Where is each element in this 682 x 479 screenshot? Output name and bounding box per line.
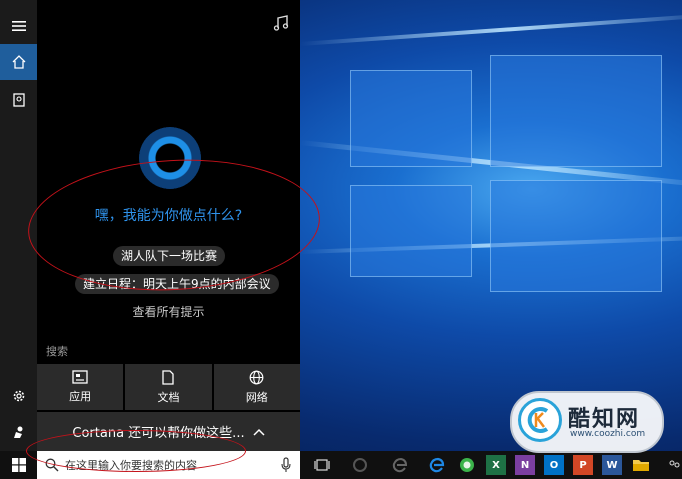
outlook-icon[interactable]: O [544, 455, 564, 475]
search-section-label: 搜索 [46, 345, 68, 358]
suggestion-chip[interactable]: 湖人队下一场比赛 [113, 246, 226, 266]
pinwheel-app-icon[interactable] [350, 455, 370, 475]
more-bar-label: Cortana 还可以帮你做这些... [72, 426, 245, 441]
watermark: 酷知网 www.coozhi.com [510, 391, 664, 453]
excel-icon[interactable]: X [486, 455, 506, 475]
search-icon [45, 458, 59, 472]
documents-tile-label: 文档 [157, 390, 180, 404]
settings-icon[interactable] [0, 378, 37, 414]
document-icon [162, 369, 175, 385]
globe-icon [249, 370, 264, 384]
search-filter-tiles: 应用 文档 网络 [37, 364, 300, 410]
cortana-more-bar[interactable]: Cortana 还可以帮你做这些... [37, 412, 300, 451]
cortana-ring-icon [139, 127, 201, 189]
windows-logo-icon [11, 458, 26, 472]
hamburger-menu-icon[interactable] [0, 8, 37, 44]
see-all-tips-link[interactable]: 查看所有提示 [37, 303, 300, 320]
feedback-icon[interactable] [0, 414, 37, 450]
task-view-icon[interactable] [312, 455, 332, 475]
documents-tile[interactable]: 文档 [125, 364, 212, 410]
music-icon[interactable] [272, 14, 292, 34]
web-tile-label: 网络 [245, 390, 268, 404]
coozhi-logo-icon [518, 398, 562, 442]
search-input[interactable] [65, 455, 265, 475]
file-explorer-icon[interactable] [631, 455, 651, 475]
apps-tile-label: 应用 [69, 390, 92, 403]
cortana-greeting: 嘿，我能为你做点什么? [94, 208, 243, 224]
web-tile[interactable]: 网络 [213, 364, 300, 410]
edge-icon[interactable] [427, 455, 447, 475]
people-icon[interactable] [664, 455, 682, 475]
apps-tile[interactable]: 应用 [37, 364, 124, 410]
chevron-up-icon [253, 428, 265, 436]
start-button[interactable] [0, 451, 37, 479]
cortana-panel: 嘿，我能为你做点什么? 湖人队下一场比赛 建立日程：明天上午9点的内部会议 查看… [0, 0, 300, 451]
suggestion-chip[interactable]: 建立日程：明天上午9点的内部会议 [75, 274, 279, 294]
cortana-home: 嘿，我能为你做点什么? 湖人队下一场比赛 建立日程：明天上午9点的内部会议 查看… [37, 0, 300, 451]
onenote-icon[interactable]: N [515, 455, 535, 475]
microphone-icon[interactable] [281, 457, 291, 473]
edge-legacy-icon[interactable] [390, 455, 410, 475]
left-rail [0, 0, 37, 451]
taskbar: X N O P W [0, 451, 682, 479]
360-browser-icon[interactable] [457, 455, 477, 475]
notebook-icon[interactable] [0, 82, 37, 118]
taskbar-search-box[interactable] [37, 451, 300, 479]
app-icon [72, 370, 88, 384]
home-icon[interactable] [0, 44, 37, 80]
word-icon[interactable]: W [602, 455, 622, 475]
watermark-url: www.coozhi.com [570, 429, 646, 439]
powerpoint-icon[interactable]: P [573, 455, 593, 475]
